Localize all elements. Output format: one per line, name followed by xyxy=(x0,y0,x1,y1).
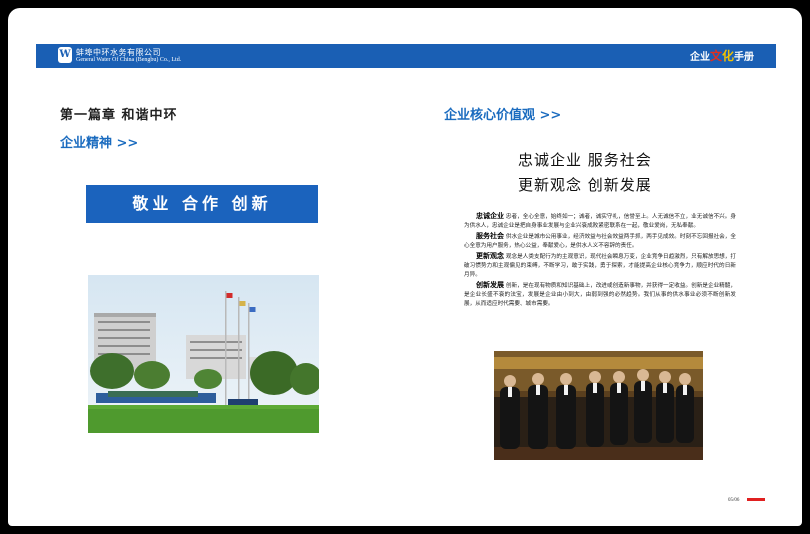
value-text: 供水企业是城市公用事业，经济效益与社会效益两手抓，两手见成效。时刻不忘回报社会，… xyxy=(464,234,736,249)
flag-ceremony-photo xyxy=(88,275,319,433)
section-heading-core-values: 企业核心价值观 >> xyxy=(444,108,562,123)
manual-title-prefix: 企业 xyxy=(689,52,710,63)
header-bar: W 蚌埠中环水务有限公司 General Water Of China (Ben… xyxy=(36,44,776,68)
motto-banner: 敬业 合作 创新 xyxy=(86,185,318,223)
section-heading-spirit: 企业精神 >> xyxy=(60,136,139,151)
manual-title-highlight-1: 文 xyxy=(709,49,722,63)
slogan-line-1: 忠诚企业 服务社会 xyxy=(518,151,652,169)
slogan-line-2: 更新观念 创新发展 xyxy=(518,176,652,194)
company-name-en: General Water Of China (Bengbu) Co., Ltd… xyxy=(76,57,182,63)
page-number: 05/06 xyxy=(728,498,740,503)
value-term: 更新观念 xyxy=(476,251,505,260)
value-text: 观念是人类支配行为的主观意识，现代社会瞬息万变，企业竞争日趋激烈，只有解放思想，… xyxy=(464,254,736,278)
value-term: 创新发展 xyxy=(476,280,505,289)
value-paragraph: 更新观念 观念是人类支配行为的主观意识，现代社会瞬息万变，企业竞争日趋激烈，只有… xyxy=(464,251,736,280)
value-paragraph: 服务社会 供水企业是城市公用事业，经济效益与社会效益两手抓，两手见成效。时刻不忘… xyxy=(464,231,736,251)
core-values-text: 忠诚企业 忠者，全心全意，始终如一；诚者，诚实守礼，信誉至上。人无诚信不立，业无… xyxy=(464,211,736,309)
chapter-title: 第一篇章 和谐中环 xyxy=(60,108,178,123)
manual-title: 企业文化手册 xyxy=(690,47,754,64)
value-term: 服务社会 xyxy=(476,231,505,240)
value-paragraph: 忠诚企业 忠者，全心全意，始终如一；诚者，诚实守礼，信誉至上。人无诚信不立，业无… xyxy=(464,211,736,231)
value-text: 忠者，全心全意，始终如一；诚者，诚实守礼，信誉至上。人无诚信不立，业无诚信不兴。… xyxy=(464,214,736,229)
company-logo-icon: W xyxy=(58,47,72,63)
leadership-team-photo xyxy=(494,351,703,460)
manual-title-suffix: 手册 xyxy=(734,52,754,63)
brochure-spread: W 蚌埠中环水务有限公司 General Water Of China (Ben… xyxy=(8,8,802,526)
page-number-accent-bar xyxy=(747,498,765,501)
value-paragraph: 创新发展 创新，是在现有物质和知识基础上，改进或创造新事物，并获得一定收益。创新… xyxy=(464,280,736,309)
manual-title-highlight-2: 化 xyxy=(721,49,734,63)
value-text: 创新，是在现有物质和知识基础上，改进或创造新事物，并获得一定收益。创新是企业精髓… xyxy=(464,283,736,307)
value-term: 忠诚企业 xyxy=(476,211,505,220)
